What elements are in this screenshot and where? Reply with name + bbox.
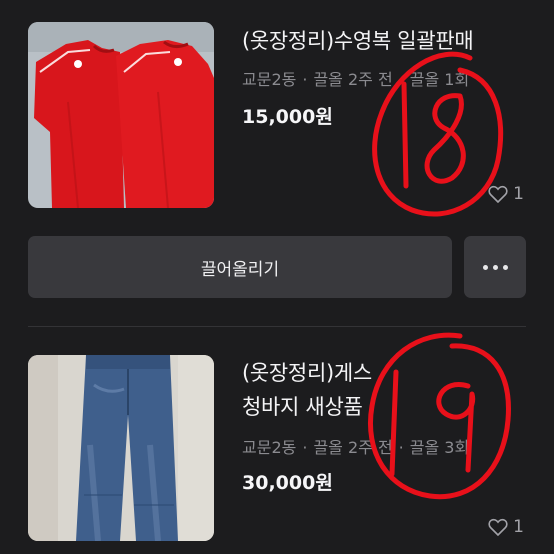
listing-title[interactable]: (옷장정리)수영복 일괄판매 [242, 24, 474, 58]
listing-thumbnail[interactable] [28, 22, 214, 208]
like-count-text: 1 [513, 184, 524, 204]
heart-icon [488, 185, 508, 203]
listing-meta: 교문2동 · 끌올 2주 전 · 끌올 3회 [242, 438, 470, 457]
listing-title[interactable]: (옷장정리)게스 청바지 새상품 [242, 356, 372, 424]
bump-count: 끌올 3회 [409, 438, 470, 457]
more-options-button[interactable] [464, 236, 526, 298]
title-line: (옷장정리)게스 [242, 361, 372, 385]
bumped-time: 끌올 2주 전 [313, 438, 393, 457]
more-horizontal-icon [482, 264, 508, 270]
bump-button[interactable]: 끌어올리기 [28, 236, 452, 298]
title-line: (옷장정리)수영복 일괄판매 [242, 29, 474, 53]
listing-price: 30,000원 [242, 472, 333, 494]
location-text: 교문2동 [242, 438, 297, 457]
location-text: 교문2동 [242, 70, 297, 89]
bumped-time: 끌올 2주 전 [313, 70, 393, 89]
listing-price: 15,000원 [242, 106, 333, 128]
listing-meta: 교문2동 · 끌올 2주 전 · 끌올 1회 [242, 70, 470, 89]
like-count-text: 1 [513, 517, 524, 537]
listing-item[interactable]: (옷장정리)게스 청바지 새상품 교문2동 · 끌올 2주 전 · 끌올 3회 30,0… [0, 326, 554, 554]
like-count[interactable]: 1 [488, 517, 524, 537]
bump-count: 끌올 1회 [409, 70, 470, 89]
heart-icon [488, 518, 508, 536]
title-line: 청바지 새상품 [242, 395, 363, 419]
listing-item[interactable]: (옷장정리)수영복 일괄판매 교문2동 · 끌올 2주 전 · 끌올 1회 15,000… [0, 0, 554, 236]
like-count[interactable]: 1 [488, 184, 524, 204]
listing-thumbnail[interactable] [28, 355, 214, 541]
